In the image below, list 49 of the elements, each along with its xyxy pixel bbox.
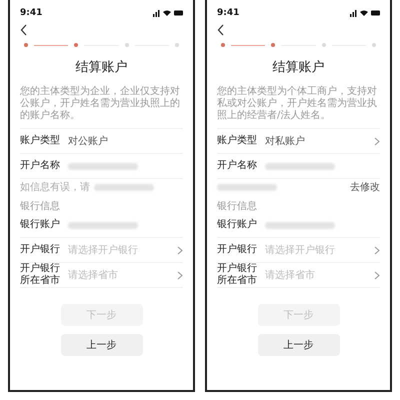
page-title: 结算账户: [74, 59, 128, 76]
status-icons: [350, 9, 380, 17]
hint-text: 如信息有误，请: [20, 180, 90, 194]
back-button[interactable]: 上一步: [60, 334, 142, 356]
field-value: 对公账户: [68, 134, 109, 148]
form-row[interactable]: 开户名称: [217, 154, 380, 179]
notice-text: 您的主体类型为个体工商户，支持对私或对公账户，开户姓名需为营业执照上的经营者/法人姓名。: [217, 86, 380, 129]
back-button[interactable]: 上一步: [258, 334, 340, 356]
field-label: 开户名称: [217, 160, 258, 172]
field-label: 账户类型: [217, 135, 258, 147]
field-label: 开户银行: [217, 244, 258, 256]
field-placeholder: 请选择开户银行: [265, 244, 336, 257]
blurred-value: [265, 162, 335, 170]
form-row[interactable]: 开户银行 请选择开户银行: [217, 238, 380, 263]
form-row[interactable]: 账户类型 对私账户: [217, 129, 380, 154]
blurred-value: [68, 222, 138, 228]
blurred-value: [265, 222, 335, 228]
form-row[interactable]: 银行账户: [20, 213, 183, 238]
chevron-icon: [177, 270, 183, 280]
section-label: 银行信息: [217, 200, 258, 213]
chevron-icon: [374, 136, 380, 146]
status-time: 9:41: [20, 8, 42, 18]
form-row[interactable]: 开户银行 请选择开户银行: [20, 238, 183, 263]
field-label: 银行账户: [20, 219, 61, 231]
form-row[interactable]: 银行账户: [217, 213, 380, 238]
chevron-icon: [177, 246, 183, 254]
edit-link[interactable]: 去修改: [350, 180, 380, 194]
field-label: 开户银行: [20, 244, 61, 256]
notice-text: 您的主体类型为企业，企业仅支持对公账户，开户姓名需为营业执照上的的账户名称。: [20, 86, 183, 129]
field-label: 开户名称: [20, 160, 61, 172]
page-title: 结算账户: [272, 59, 326, 76]
field-value: 对私账户: [265, 134, 306, 148]
field-label: 开户银行所在省市: [217, 263, 258, 287]
form-row[interactable]: 开户名称: [20, 154, 183, 179]
chevron-icon: [374, 270, 380, 280]
field-label: 开户银行所在省市: [20, 263, 61, 287]
field-placeholder: 请选择开户银行: [68, 244, 139, 257]
chevron-icon: [374, 246, 380, 254]
field-label: 账户类型: [20, 135, 61, 147]
field-placeholder: 请选择省市: [265, 268, 316, 282]
blurred-value: [68, 162, 138, 170]
form-row[interactable]: 账户类型 对公账户: [20, 129, 183, 154]
status-time: 9:41: [217, 8, 240, 18]
back-icon[interactable]: [217, 24, 225, 36]
section-label: 银行信息: [20, 200, 61, 213]
status-icons: [153, 9, 183, 17]
field-placeholder: 请选择省市: [68, 268, 119, 282]
field-label: 银行账户: [217, 219, 258, 231]
back-icon[interactable]: [20, 24, 28, 36]
